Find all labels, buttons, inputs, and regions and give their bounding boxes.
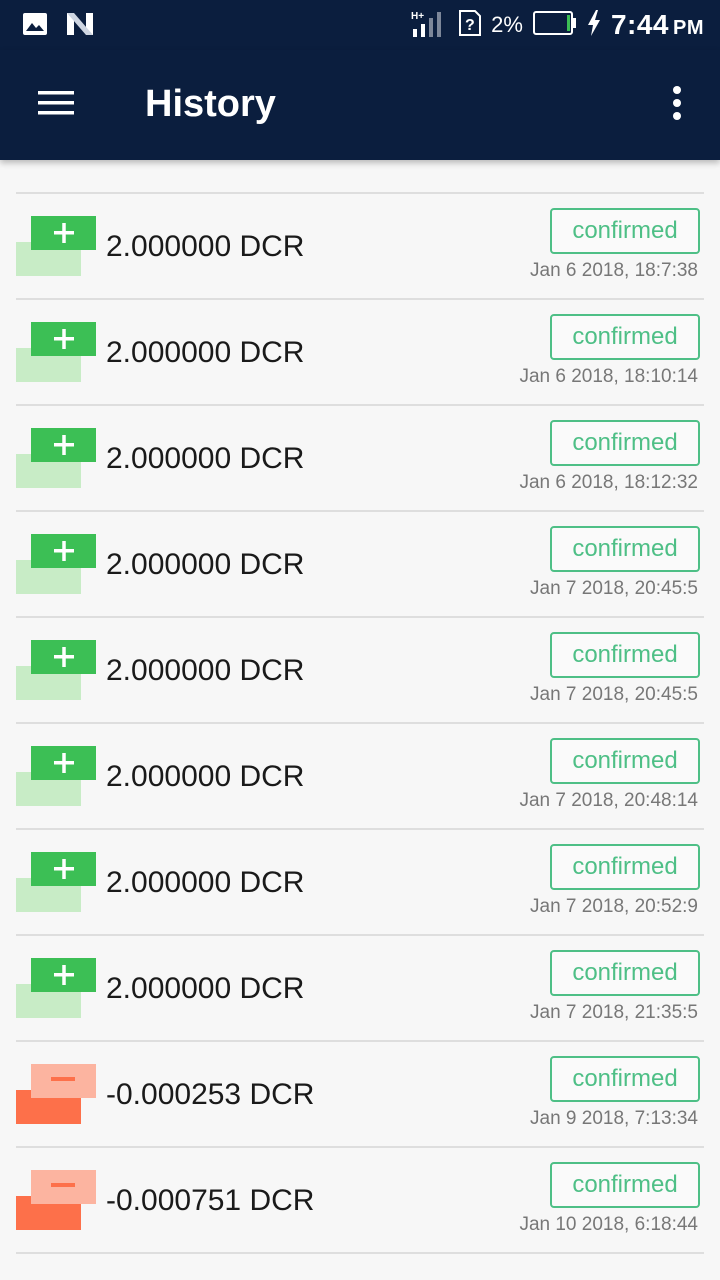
received-plus-icon [16, 322, 98, 384]
transaction-row[interactable]: -0.000751 DCR confirmed Jan 10 2018, 6:1… [16, 1148, 704, 1254]
n-notification-icon [66, 12, 94, 41]
svg-text:?: ? [465, 17, 475, 34]
transaction-amount: 2.000000 DCR [106, 336, 305, 369]
more-vert-icon [673, 86, 681, 120]
clock: 7:44 PM [611, 9, 704, 41]
transaction-amount: 2.000000 DCR [106, 442, 305, 475]
transaction-date: Jan 7 2018, 20:45:5 [530, 578, 698, 599]
transaction-amount: 2.000000 DCR [106, 760, 305, 793]
transaction-row[interactable]: 2.000000 DCR confirmed Jan 6 2018, 18:10… [16, 300, 704, 406]
transaction-amount: -0.000751 DCR [106, 1184, 315, 1217]
transaction-date: Jan 9 2018, 7:13:34 [530, 1108, 698, 1129]
transaction-amount: 2.000000 DCR [106, 654, 305, 687]
status-badge: confirmed [550, 420, 700, 466]
status-bar: H+ ? 2% 7:44 PM [0, 0, 720, 50]
transaction-date: Jan 7 2018, 20:48:14 [519, 790, 698, 811]
transaction-date: Jan 6 2018, 18:10:14 [519, 366, 698, 387]
clock-time: 7:44 [610, 9, 669, 40]
transaction-row[interactable]: 2.000000 DCR confirmed Jan 7 2018, 20:52… [16, 830, 704, 936]
hamburger-menu-icon [38, 91, 74, 115]
app-bar: History [0, 50, 720, 160]
status-badge: confirmed [550, 950, 700, 996]
transaction-date: Jan 6 2018, 18:12:32 [519, 472, 698, 493]
status-badge: confirmed [550, 632, 700, 678]
page-title: History [145, 83, 276, 125]
transaction-amount: 2.000000 DCR [106, 866, 305, 899]
transaction-row[interactable]: 2.000000 DCR confirmed Jan 7 2018, 20:45… [16, 618, 704, 724]
transaction-amount: 2.000000 DCR [106, 972, 305, 1005]
received-plus-icon [16, 428, 98, 490]
status-badge: confirmed [550, 738, 700, 784]
transaction-amount: -0.000253 DCR [106, 1078, 315, 1111]
unknown-sim-icon: ? [459, 9, 482, 41]
transaction-date: Jan 7 2018, 20:52:9 [530, 896, 698, 917]
received-plus-icon [16, 746, 98, 808]
status-badge: confirmed [550, 1056, 700, 1102]
received-plus-icon [16, 958, 98, 1020]
network-type-label: H+ [411, 11, 424, 22]
status-badge: confirmed [550, 314, 700, 360]
sent-minus-icon [16, 1064, 98, 1126]
status-badge: confirmed [550, 1162, 700, 1208]
navigation-menu-button[interactable] [30, 80, 82, 126]
received-plus-icon [16, 640, 98, 702]
clock-ampm: PM [673, 17, 704, 39]
received-plus-icon [16, 534, 98, 596]
transaction-row[interactable]: 2.000000 DCR confirmed Jan 7 2018, 20:45… [16, 512, 704, 618]
transaction-date: Jan 7 2018, 20:45:5 [530, 684, 698, 705]
image-notification-icon [22, 12, 48, 41]
transaction-history-list[interactable]: 2.000000 DCR confirmed Jan 6 2018, 18:7:… [16, 192, 704, 1254]
status-badge: confirmed [550, 526, 700, 572]
charging-icon [587, 9, 601, 41]
status-badge: confirmed [550, 208, 700, 254]
transaction-row[interactable]: 2.000000 DCR confirmed Jan 7 2018, 21:35… [16, 936, 704, 1042]
transaction-amount: 2.000000 DCR [106, 548, 305, 581]
status-badge: confirmed [550, 844, 700, 890]
transaction-date: Jan 6 2018, 18:7:38 [530, 260, 698, 281]
transaction-date: Jan 7 2018, 21:35:5 [530, 1002, 698, 1023]
battery-icon [532, 10, 577, 40]
transaction-row[interactable]: 2.000000 DCR confirmed Jan 7 2018, 20:48… [16, 724, 704, 830]
sent-minus-icon [16, 1170, 98, 1232]
received-plus-icon [16, 216, 98, 278]
battery-percent: 2% [491, 12, 523, 37]
transaction-row[interactable]: -0.000253 DCR confirmed Jan 9 2018, 7:13… [16, 1042, 704, 1148]
transaction-date: Jan 10 2018, 6:18:44 [519, 1214, 698, 1235]
received-plus-icon [16, 852, 98, 914]
transaction-row[interactable]: 2.000000 DCR confirmed Jan 6 2018, 18:7:… [16, 194, 704, 300]
transaction-row[interactable]: 2.000000 DCR confirmed Jan 6 2018, 18:12… [16, 406, 704, 512]
transaction-amount: 2.000000 DCR [106, 230, 305, 263]
overflow-menu-button[interactable] [660, 82, 694, 126]
signal-icon: H+ [411, 9, 449, 42]
